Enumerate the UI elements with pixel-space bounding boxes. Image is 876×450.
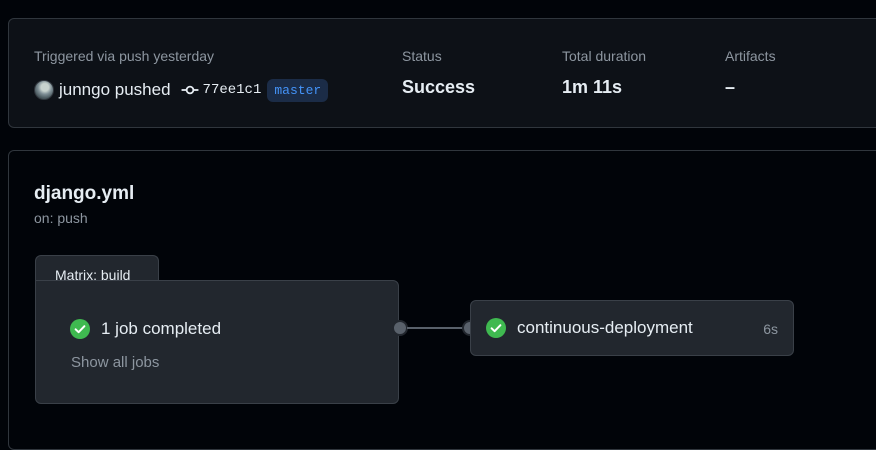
check-circle-fill-icon [486,318,506,338]
matrix-group: 1 job completed Show all jobs [35,280,399,404]
workflow-trigger: on: push [34,210,88,226]
artifacts-value: – [725,77,736,97]
matrix-job-summary: 1 job completed [70,319,221,339]
status-label: Status [402,48,442,64]
avatar[interactable] [34,80,54,100]
status-value: Success [402,77,476,97]
job-node-continuous-deployment[interactable]: continuous-deployment 6s [470,300,794,356]
matrix-output-port [392,320,408,336]
workflow-graph-card: django.yml on: push Matrix: build 1 job … [8,150,876,450]
run-summary-panel: Triggered via push yesterday junngo push… [8,18,876,128]
trigger-details: junngo pushed 77ee1c1 master [34,77,329,103]
matrix-summary-text: 1 job completed [101,319,222,338]
dependency-connector [407,327,469,329]
actor-text[interactable]: junngo pushed [59,80,171,100]
workflow-file-name[interactable]: django.yml [34,183,134,205]
artifacts-label: Artifacts [725,48,776,64]
show-all-jobs-link[interactable]: Show all jobs [71,354,159,371]
trigger-label: Triggered via push yesterday [34,48,215,64]
commit-sha-link[interactable]: 77ee1c1 [203,82,262,98]
job-name: continuous-deployment [517,318,693,337]
job-duration: 6s [763,321,778,337]
branch-badge[interactable]: master [267,78,329,102]
duration-value: 1m 11s [562,77,623,97]
git-commit-icon [181,85,198,95]
check-circle-fill-icon [70,319,90,339]
duration-label: Total duration [562,48,647,64]
